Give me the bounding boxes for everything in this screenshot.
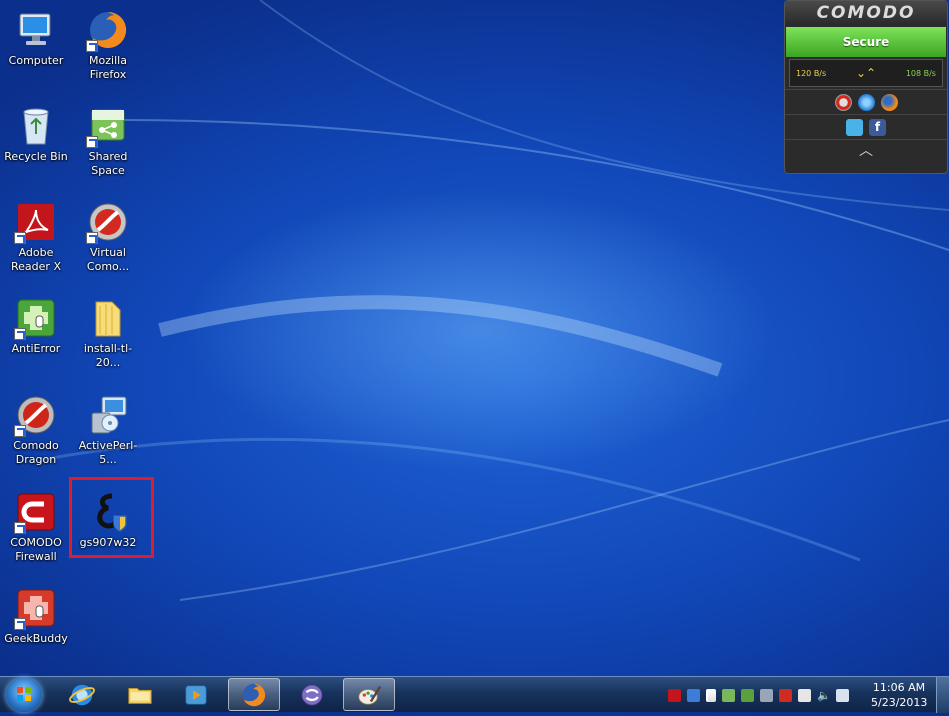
- icon-label: install-tl-20...: [83, 342, 133, 369]
- icon-label: GeekBuddy: [4, 632, 68, 645]
- folder-icon: [95, 301, 121, 337]
- comodo-dragon-icon[interactable]: [834, 93, 852, 111]
- desktop-icon-activeperl[interactable]: ActivePerl-5...: [72, 393, 144, 467]
- computer-icon: [19, 13, 51, 45]
- power-tray-icon[interactable]: [798, 688, 811, 702]
- clock-date: 5/23/2013: [871, 696, 928, 709]
- desktop-icon-comodo-dragon[interactable]: Comodo Dragon: [0, 393, 72, 467]
- social-shortcuts: f: [785, 114, 947, 139]
- start-button[interactable]: [6, 678, 42, 712]
- shortcut-arrow-icon: [14, 425, 26, 437]
- internet-explorer-icon[interactable]: [857, 93, 875, 111]
- action-center-flag-icon[interactable]: [706, 688, 716, 702]
- traffic-out: 108 B/s: [905, 68, 936, 78]
- adobe-tray-icon[interactable]: [668, 688, 681, 702]
- security-status-button[interactable]: Secure: [786, 27, 946, 57]
- desktop-icon-mozilla-firefox[interactable]: Mozilla Firefox: [72, 8, 144, 82]
- system-tray: 🔈: [668, 677, 849, 713]
- explorer-folder-icon: [128, 687, 152, 704]
- taskbar-media-player[interactable]: [170, 678, 222, 711]
- comodo-tray-icon[interactable]: [779, 688, 792, 702]
- shortcut-arrow-icon: [86, 40, 98, 52]
- browser-shortcuts: [785, 89, 947, 114]
- selection-highlight: [69, 477, 154, 558]
- icon-label: Mozilla Firefox: [89, 54, 127, 81]
- desktop-icon-antierror[interactable]: AntiError: [0, 296, 72, 356]
- comodo-app-icon: [301, 683, 323, 706]
- taskbar-explorer[interactable]: [114, 678, 166, 711]
- firefox-icon[interactable]: [880, 93, 898, 111]
- twitter-icon[interactable]: [846, 118, 863, 136]
- sync-tray-icon[interactable]: [722, 688, 735, 702]
- shortcut-arrow-icon: [14, 522, 26, 534]
- icon-label: Shared Space: [88, 150, 128, 177]
- comodo-widget: COMODO Secure 120 B/s ⌄⌃ 108 B/s f ︿: [784, 0, 948, 174]
- comodo-brand: COMODO: [785, 1, 947, 25]
- icon-label: Recycle Bin: [4, 150, 68, 163]
- icon-label: Adobe Reader X: [11, 246, 61, 273]
- paint-icon: [358, 685, 382, 705]
- internet-explorer-icon: [69, 684, 95, 705]
- windows-logo-icon: [17, 687, 31, 701]
- desktop-icon-adobe-reader-x[interactable]: Adobe Reader X: [0, 200, 72, 274]
- icon-label: Virtual Como...: [86, 246, 130, 273]
- traffic-meter[interactable]: 120 B/s ⌄⌃ 108 B/s: [789, 59, 943, 87]
- icon-label: AntiError: [11, 342, 61, 355]
- facebook-icon[interactable]: f: [869, 118, 886, 136]
- desktop-icon-computer[interactable]: Computer: [0, 8, 72, 68]
- taskbar-internet-explorer[interactable]: [56, 678, 108, 711]
- shortcut-arrow-icon: [86, 136, 98, 148]
- desktop-icon-geekbuddy[interactable]: GeekBuddy: [0, 586, 72, 646]
- firefox-icon: [242, 683, 266, 706]
- shortcut-arrow-icon: [14, 232, 26, 244]
- media-player-icon: [185, 684, 207, 705]
- taskbar-comodo-app[interactable]: [286, 678, 338, 711]
- shortcut-arrow-icon: [14, 328, 26, 340]
- shortcut-arrow-icon: [86, 232, 98, 244]
- icon-label: Comodo Dragon: [13, 439, 59, 466]
- icon-label: Computer: [8, 54, 64, 67]
- clock-time: 11:06 AM: [872, 681, 926, 694]
- recycle-bin-icon: [23, 108, 49, 145]
- safely-remove-hardware-icon[interactable]: [741, 688, 754, 702]
- clock[interactable]: 11:06 AM 5/23/2013: [871, 680, 927, 710]
- desktop-icon-install-tl[interactable]: install-tl-20...: [72, 296, 144, 370]
- show-desktop-button[interactable]: [936, 677, 949, 713]
- desktop-icon-recycle-bin[interactable]: Recycle Bin: [0, 104, 72, 164]
- desktop-icon-virtual-comodo[interactable]: Virtual Como...: [72, 200, 144, 274]
- icon-label: ActivePerl-5...: [78, 439, 138, 466]
- shortcut-arrow-icon: [14, 618, 26, 630]
- icon-label: COMODO Firewall: [10, 536, 62, 563]
- taskbar-paint[interactable]: [343, 678, 395, 711]
- network-icon[interactable]: [836, 688, 849, 702]
- taskbar: 🔈 11:06 AM 5/23/2013: [0, 676, 949, 713]
- desktop-icon-shared-space[interactable]: Shared Space: [72, 104, 144, 178]
- desktop-icon-comodo-firewall[interactable]: COMODO Firewall: [0, 490, 72, 564]
- volume-icon[interactable]: 🔈: [817, 689, 831, 702]
- taskbar-firefox[interactable]: [228, 678, 280, 711]
- traffic-in: 120 B/s: [796, 68, 827, 78]
- collapse-widget-icon[interactable]: ︿: [785, 139, 947, 162]
- network-app-tray-icon[interactable]: [687, 688, 700, 702]
- traffic-arrows-icon: ⌄⌃: [855, 66, 877, 80]
- installer-icon: [91, 396, 127, 434]
- tools-tray-icon[interactable]: [760, 688, 773, 702]
